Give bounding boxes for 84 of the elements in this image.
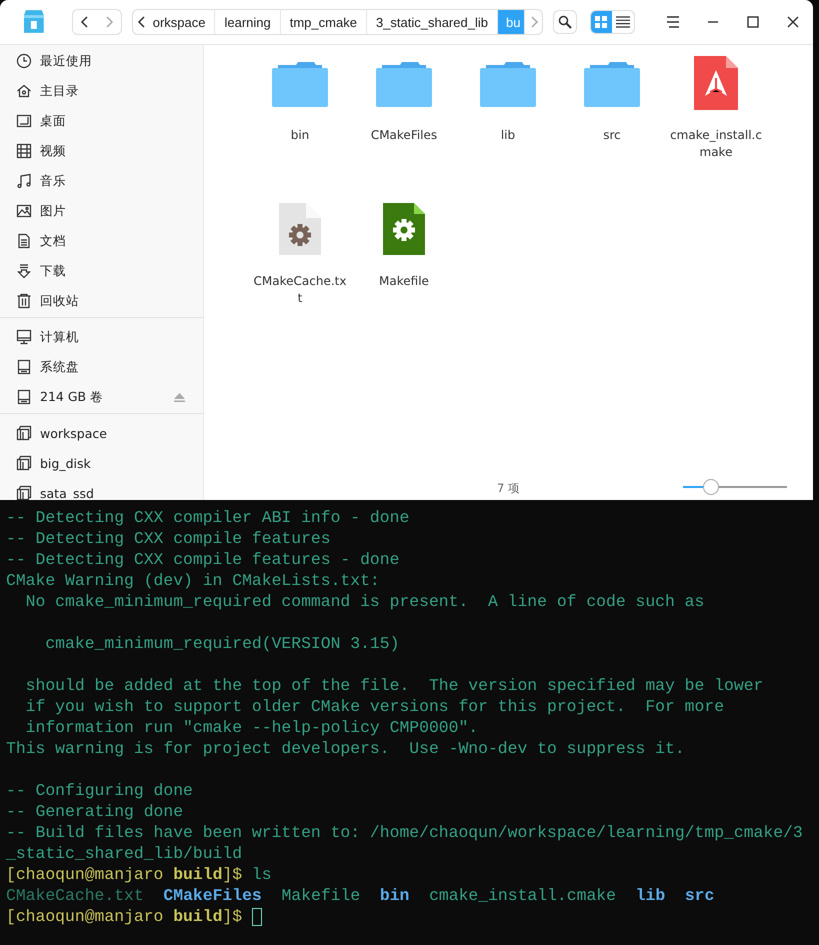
prompt-text: ]$: [222, 906, 244, 927]
sidebar-item[interactable]: 音乐: [0, 166, 203, 196]
directory-name: lib: [636, 885, 666, 906]
terminal-text: _static_shared_lib/build: [6, 843, 242, 864]
directory-name: src: [684, 885, 714, 906]
prompt-text: build: [173, 906, 222, 927]
sidebar-item[interactable]: big_disk: [0, 448, 203, 478]
sidebar-item[interactable]: 主目录: [0, 76, 203, 106]
terminal-text: if you wish to support older CMake versions for this project. For more: [24, 696, 724, 717]
file-item[interactable]: CMakeFiles: [352, 55, 456, 201]
settings-file-icon: [383, 201, 425, 257]
list-icon: [616, 16, 630, 28]
maximize-icon: [747, 16, 759, 28]
sidebar-item[interactable]: 214 GB 卷: [0, 382, 203, 412]
terminal-text: -- Configuring done: [6, 780, 193, 801]
prompt-text: [chaoqun@manjaro: [6, 906, 164, 927]
trash-icon: [16, 293, 32, 309]
videos-icon: [16, 143, 32, 159]
breadcrumb[interactable]: orkspace: [150, 10, 216, 34]
terminal-text: -- Detecting CXX compile features: [6, 528, 331, 549]
terminal-text: This warning is for project developers. Use -Wno-dev to suppress it.: [6, 738, 685, 759]
sidebar-item[interactable]: 桌面: [0, 106, 203, 136]
directory-name: CMakeFiles: [163, 885, 262, 906]
terminal-text: Makefile: [281, 885, 360, 906]
zoom-slider[interactable]: [683, 479, 787, 495]
terminal-text: ls: [252, 864, 272, 885]
terminal-text: information run "cmake --help-policy CMP0000".: [24, 717, 478, 738]
file-item[interactable]: CMakeCache.txt: [248, 201, 352, 347]
sidebar-item[interactable]: 计算机: [0, 322, 203, 352]
menu-icon: [665, 16, 681, 28]
file-item[interactable]: lib: [456, 55, 560, 201]
chevron-left-icon: [80, 16, 90, 28]
computer-icon: [16, 329, 32, 345]
search-icon: [558, 15, 572, 29]
grid-icon: [595, 16, 608, 28]
prompt-text: [chaoqun@manjaro: [6, 864, 164, 885]
terminal-text: cmake_minimum_required(VERSION 3.15): [44, 633, 400, 654]
breadcrumb[interactable]: learning: [215, 10, 281, 34]
terminal-text: -- Generating done: [6, 801, 184, 822]
sidebar-item[interactable]: workspace: [0, 418, 203, 448]
sidebar-item[interactable]: 最近使用: [0, 46, 203, 76]
directory-name: bin: [380, 885, 410, 906]
sidebar-item[interactable]: 文档: [0, 226, 203, 256]
terminal-text: No cmake_minimum_required command is present. A line of code such as: [24, 591, 704, 612]
sidebar-item[interactable]: 图片: [0, 196, 203, 226]
sidebar-item[interactable]: 下载: [0, 256, 203, 286]
documents-icon: [16, 233, 32, 249]
prompt-text: build: [173, 864, 222, 885]
terminal-text: cmake_install.cmake: [429, 885, 616, 906]
chevron-right-icon: [104, 16, 114, 28]
terminal-text: -- Detecting CXX compiler ABI info - done: [6, 507, 410, 528]
home-icon: [16, 83, 32, 99]
file-name: CMakeCache.txt: [6, 885, 144, 906]
chevron-right-icon: [529, 16, 540, 28]
item-count: 7 项: [497, 480, 520, 496]
document-icon: [694, 55, 738, 111]
prompt-text: ]$: [222, 864, 244, 885]
file-item[interactable]: Makefile: [352, 201, 456, 347]
settings-file-icon: [279, 201, 321, 257]
bookmark-icon: [16, 485, 32, 500]
music-icon: [16, 173, 32, 189]
slider-handle[interactable]: [703, 479, 720, 495]
terminal-text: CMake Warning (dev) in CMakeLists.txt:: [6, 570, 380, 591]
bookmark-icon: [16, 425, 32, 441]
sidebar-item[interactable]: 回收站: [0, 286, 203, 316]
pictures-icon: [16, 203, 32, 219]
file-item[interactable]: src: [560, 55, 664, 201]
desktop-icon: [16, 113, 32, 129]
recent-icon: [16, 53, 32, 69]
downloads-icon: [16, 263, 32, 279]
search-button[interactable]: [552, 10, 577, 34]
terminal-text: should be added at the top of the file. The version specified may be lower: [24, 675, 764, 696]
sidebar-item[interactable]: sata_ssd: [0, 478, 203, 500]
app-icon: [22, 9, 46, 35]
chevron-left-icon: [136, 16, 147, 28]
bookmark-icon: [16, 455, 32, 471]
file-item[interactable]: cmake_install.cmake: [664, 55, 768, 201]
file-item[interactable]: bin: [248, 55, 352, 201]
close-icon: [787, 16, 799, 28]
sidebar-item[interactable]: 视频: [0, 136, 203, 166]
terminal-text: -- Build files have been written to: /home/chaoqun/workspace/learning/tmp_cmake/3: [6, 822, 803, 843]
sidebar-item[interactable]: 系统盘: [0, 352, 203, 382]
terminal-text: -- Detecting CXX compile features - done: [6, 549, 400, 570]
breadcrumb[interactable]: tmp_cmake: [280, 10, 367, 34]
